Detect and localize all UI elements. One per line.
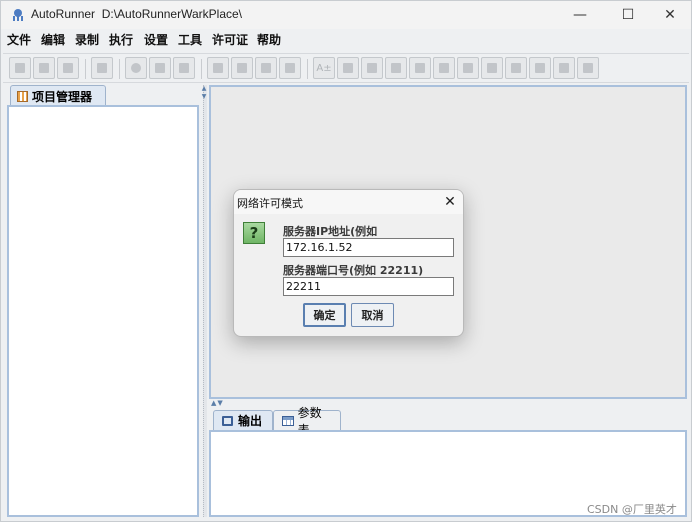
close-icon: ✕ xyxy=(664,7,676,23)
run-button[interactable] xyxy=(125,57,147,79)
menu-settings[interactable]: 设置 xyxy=(144,31,168,48)
align-icon xyxy=(439,63,449,73)
dialog-close-button[interactable]: ✕ xyxy=(441,193,459,211)
layer2-icon xyxy=(487,63,497,73)
new-file-button[interactable] xyxy=(9,57,31,79)
toolbar-separator xyxy=(85,59,86,79)
layer-button[interactable] xyxy=(457,57,479,79)
move-icon xyxy=(511,63,521,73)
run-icon xyxy=(131,63,141,73)
new-file-icon xyxy=(15,63,25,73)
vertical-splitter[interactable] xyxy=(203,85,207,517)
step-button[interactable] xyxy=(361,57,383,79)
step-over-icon xyxy=(415,63,425,73)
dialog-title-bar: 网络许可模式 ✕ xyxy=(234,190,463,214)
output-tabstrip: 输出 参数表 xyxy=(209,406,687,437)
component-icon xyxy=(343,63,353,73)
play-button[interactable] xyxy=(149,57,171,79)
font-size-icon: A± xyxy=(316,62,332,74)
menu-tools[interactable]: 工具 xyxy=(178,31,202,48)
main-window: AutoRunner D:\AutoRunnerWarkPlace\ — ☐ ✕… xyxy=(0,0,692,522)
minimize-icon: — xyxy=(573,7,587,23)
server-ip-input[interactable] xyxy=(283,238,454,257)
save-all-icon xyxy=(63,63,73,73)
split-button[interactable] xyxy=(529,57,551,79)
toolbar-separator xyxy=(201,59,202,79)
monitor-icon xyxy=(222,415,233,426)
step-into-button[interactable] xyxy=(385,57,407,79)
toolbar-separator xyxy=(307,59,308,79)
redo-icon xyxy=(237,63,247,73)
redo-button[interactable] xyxy=(231,57,253,79)
tab-project-manager-label: 项目管理器 xyxy=(32,89,93,104)
tab-output[interactable]: 输出 xyxy=(213,410,273,430)
project-icon xyxy=(17,90,28,102)
workspace-path: D:\AutoRunnerWarkPlace\ xyxy=(101,7,242,21)
app-name: AutoRunner xyxy=(31,7,96,21)
font-size-button[interactable]: A± xyxy=(313,57,335,79)
save-all-button[interactable] xyxy=(57,57,79,79)
close-window-button[interactable]: ✕ xyxy=(647,1,692,29)
window-button[interactable] xyxy=(577,57,599,79)
menu-record[interactable]: 录制 xyxy=(75,31,99,48)
project-tree-panel[interactable] xyxy=(7,105,199,517)
step-over-button[interactable] xyxy=(409,57,431,79)
ok-button[interactable]: 确定 xyxy=(303,303,346,327)
title-bar: AutoRunner D:\AutoRunnerWarkPlace\ — ☐ ✕ xyxy=(1,1,691,29)
horizontal-splitter[interactable] xyxy=(209,400,687,406)
clear-button[interactable] xyxy=(279,57,301,79)
watermark: CSDN @厂里英才 xyxy=(587,503,677,516)
menu-license[interactable]: 许可证 xyxy=(212,31,248,48)
layer2-button[interactable] xyxy=(481,57,503,79)
menu-run[interactable]: 执行 xyxy=(109,31,133,48)
undo-icon xyxy=(213,63,223,73)
play-icon xyxy=(155,63,165,73)
close-icon: ✕ xyxy=(444,194,456,210)
toolbar: A± xyxy=(3,53,689,83)
record-icon xyxy=(97,63,107,73)
toolbar-separator xyxy=(119,59,120,79)
clear-icon xyxy=(285,63,295,73)
record-button[interactable] xyxy=(91,57,113,79)
component-button[interactable] xyxy=(337,57,359,79)
window-icon xyxy=(583,63,593,73)
save-icon xyxy=(39,63,49,73)
tab-parameter-table[interactable]: 参数表 xyxy=(273,406,341,437)
step-into-icon xyxy=(391,63,401,73)
question-icon: ? xyxy=(243,222,265,244)
split-icon xyxy=(535,63,545,73)
minimize-button[interactable]: — xyxy=(557,1,603,29)
menu-edit[interactable]: 编辑 xyxy=(41,31,65,48)
collapse-arrows-horizontal-icon[interactable]: ▲▼ xyxy=(211,399,224,407)
pencil-icon xyxy=(261,63,271,73)
stop-icon xyxy=(179,63,189,73)
comment-icon xyxy=(559,63,569,73)
project-tabstrip: 项目管理器 xyxy=(7,85,201,106)
server-port-label: 服务器端口号(例如 22211) xyxy=(283,264,424,277)
table-icon xyxy=(282,415,294,426)
maximize-button[interactable]: ☐ xyxy=(605,1,651,29)
menu-help[interactable]: 帮助 xyxy=(257,31,281,48)
layer-icon xyxy=(463,63,473,73)
move-button[interactable] xyxy=(505,57,527,79)
server-port-input[interactable] xyxy=(283,277,454,296)
tab-output-label: 输出 xyxy=(238,414,263,428)
cancel-button[interactable]: 取消 xyxy=(351,303,394,327)
collapse-arrows-icon[interactable]: ▲ ▼ xyxy=(201,85,207,103)
window-title: AutoRunner D:\AutoRunnerWarkPlace\ xyxy=(31,7,242,21)
menu-file[interactable]: 文件 xyxy=(7,31,31,48)
undo-button[interactable] xyxy=(207,57,229,79)
maximize-icon: ☐ xyxy=(621,7,635,23)
align-button[interactable] xyxy=(433,57,455,79)
network-license-dialog: 网络许可模式 ✕ ? 服务器IP地址(例如 192.168.1.50) 服务器端… xyxy=(233,189,464,337)
stop-button[interactable] xyxy=(173,57,195,79)
pencil-button[interactable] xyxy=(255,57,277,79)
save-button[interactable] xyxy=(33,57,55,79)
comment-button[interactable] xyxy=(553,57,575,79)
dialog-title: 网络许可模式 xyxy=(237,197,303,210)
tab-project-manager[interactable]: 项目管理器 xyxy=(10,85,106,106)
app-logo-icon xyxy=(13,9,23,21)
step-icon xyxy=(367,63,377,73)
menu-bar: 文件 编辑 录制 执行 设置 工具 许可证 帮助 xyxy=(1,29,691,49)
